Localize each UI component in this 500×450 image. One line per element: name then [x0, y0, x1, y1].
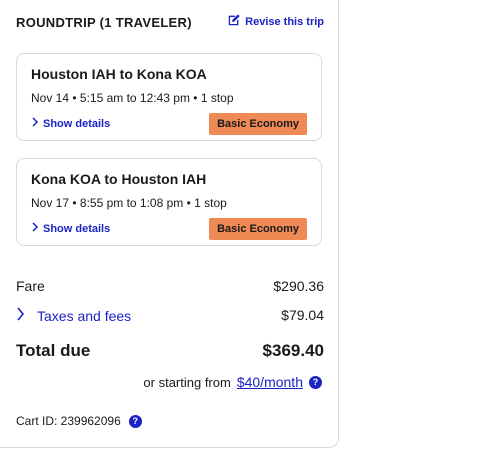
fare-row: Fare $290.36: [16, 278, 324, 298]
monthly-prefix: or starting from: [143, 374, 231, 390]
chevron-right-icon: [31, 222, 39, 235]
show-details-link[interactable]: Show details: [31, 117, 110, 130]
monthly-payment: or starting from $40/month ?: [143, 374, 322, 390]
monthly-payment-link[interactable]: $40/month: [237, 374, 303, 390]
fare-class-badge: Basic Economy: [209, 218, 307, 240]
flight-route: Houston IAH to Kona KOA: [31, 66, 207, 82]
edit-icon: [227, 13, 241, 30]
flight-times: Nov 14 • 5:15 am to 12:43 pm • 1 stop: [31, 91, 234, 105]
question-icon[interactable]: ?: [309, 375, 322, 389]
chevron-right-icon: [16, 307, 25, 324]
fare-value: $290.36: [273, 278, 324, 294]
revise-trip-link[interactable]: Revise this trip: [227, 13, 324, 30]
taxes-and-fees-toggle[interactable]: Taxes and fees: [16, 307, 131, 324]
fare-label: Fare: [16, 278, 45, 294]
question-icon[interactable]: ?: [128, 414, 142, 428]
flight-card-return: Kona KOA to Houston IAH Nov 17 • 8:55 pm…: [16, 158, 322, 246]
total-value: $369.40: [262, 341, 324, 360]
taxes-value: $79.04: [281, 307, 324, 323]
flight-times: Nov 17 • 8:55 pm to 1:08 pm • 1 stop: [31, 196, 227, 210]
show-details-label: Show details: [43, 222, 111, 235]
total-label: Total due: [16, 341, 91, 360]
cart-id-label: Cart ID: 239962096: [16, 414, 121, 428]
trip-title: ROUNDTRIP (1 TRAVELER): [16, 15, 192, 30]
cart-id: Cart ID: 239962096 ?: [16, 414, 142, 428]
show-details-label: Show details: [43, 117, 111, 130]
revise-trip-label: Revise this trip: [245, 15, 324, 28]
chevron-right-icon: [31, 117, 39, 130]
taxes-row: Taxes and fees $79.04: [16, 307, 324, 327]
total-row: Total due $369.40: [16, 341, 324, 361]
show-details-link[interactable]: Show details: [31, 222, 110, 235]
fare-class-badge: Basic Economy: [209, 113, 307, 135]
trip-summary-panel: ROUNDTRIP (1 TRAVELER) Revise this trip …: [0, 0, 339, 448]
taxes-label: Taxes and fees: [37, 307, 132, 324]
flight-route: Kona KOA to Houston IAH: [31, 171, 207, 187]
trip-header: ROUNDTRIP (1 TRAVELER) Revise this trip: [16, 13, 324, 33]
flight-card-outbound: Houston IAH to Kona KOA Nov 14 • 5:15 am…: [16, 53, 322, 141]
